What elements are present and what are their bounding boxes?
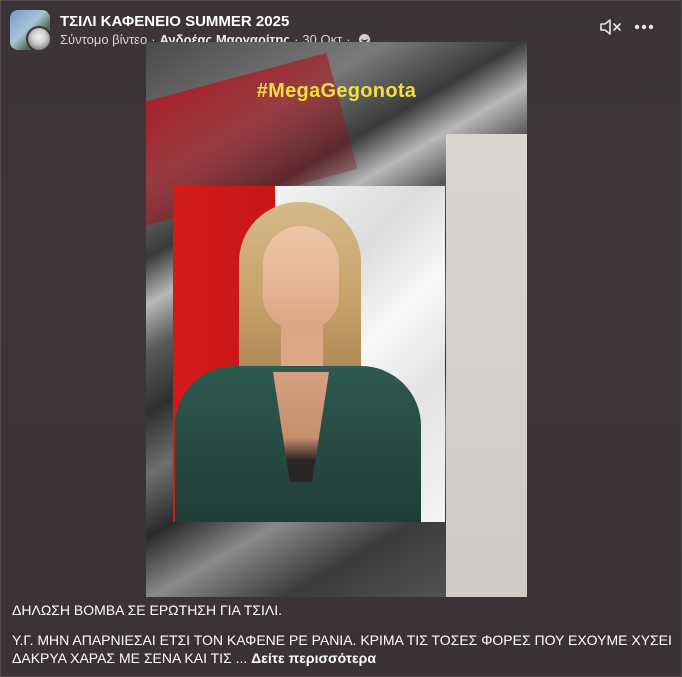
speaker-muted-icon	[600, 19, 621, 35]
video-hashtag: #MegaGegonota	[256, 80, 417, 102]
reel-post: ΤΣΙΛΙ ΚΑΦΕΝΕΙΟ SUMMER 2025 Σύντομο βίντε…	[0, 0, 682, 677]
post-type: Σύντομο βίντεο	[60, 32, 148, 47]
more-dots-icon	[634, 24, 654, 30]
mute-button[interactable]	[598, 16, 624, 38]
video-studio-panel	[446, 134, 527, 597]
caption-body: Υ.Γ. ΜΗΝ ΑΠΑΡΝΙΕΣΑΙ ΕΤΣΙ ΤΟΝ ΚΑΦΕΝΕ ΡΕ Ρ…	[12, 631, 672, 667]
caption-title: ΔΗΛΩΣΗ ΒΟΜΒΑ ΣΕ ΕΡΩΤΗΣΗ ΓΙΑ ΤΣΙΛΙ.	[12, 602, 282, 618]
see-more-link[interactable]: Δείτε περισσότερα	[251, 650, 376, 666]
group-avatar[interactable]	[10, 10, 50, 50]
more-options-button[interactable]	[632, 16, 656, 38]
group-title[interactable]: ΤΣΙΛΙ ΚΑΦΕΝΕΙΟ SUMMER 2025	[60, 12, 370, 31]
presenter-face	[263, 226, 339, 330]
author-avatar[interactable]	[26, 26, 50, 50]
presenter-frame	[173, 186, 445, 522]
post-caption: ΔΗΛΩΣΗ ΒΟΜΒΑ ΣΕ ΕΡΩΤΗΣΗ ΓΙΑ ΤΣΙΛΙ. Υ.Γ. …	[12, 601, 672, 667]
video-player[interactable]: #MegaGegonota	[146, 42, 527, 597]
